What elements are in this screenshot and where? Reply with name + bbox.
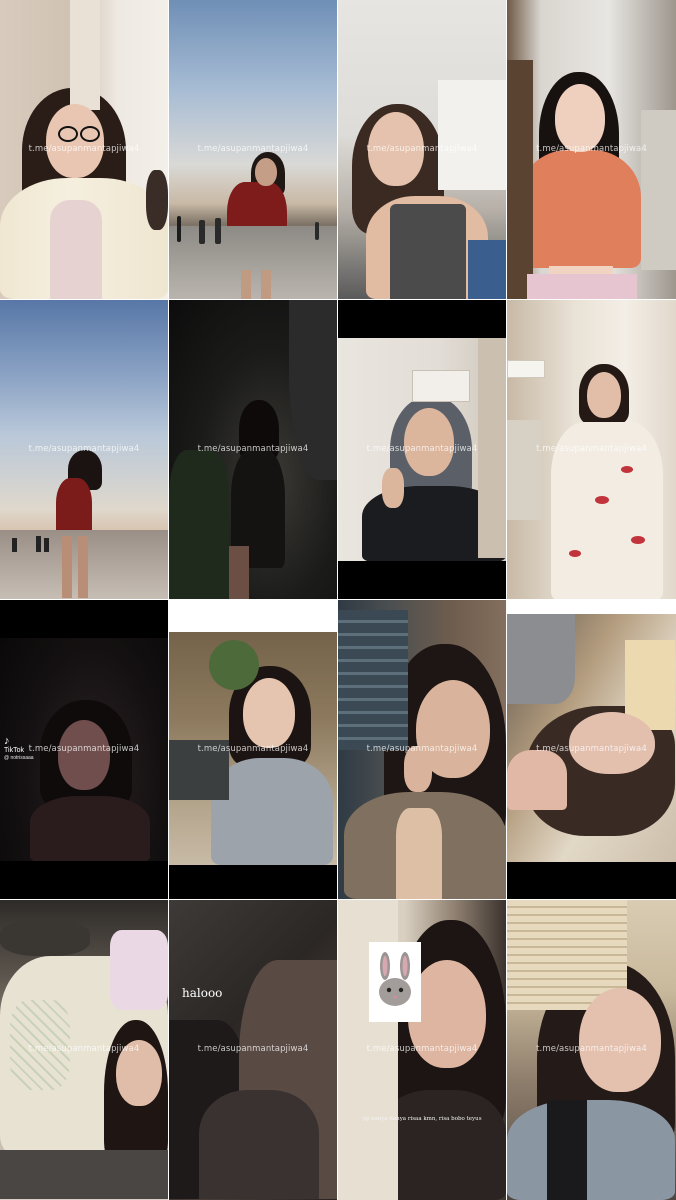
face xyxy=(555,84,605,152)
white-bar-top xyxy=(507,600,676,614)
face xyxy=(116,1040,162,1106)
tiktok-logo-icon: ♪ xyxy=(4,735,10,747)
plant xyxy=(209,640,259,690)
person xyxy=(215,218,221,244)
pillow xyxy=(199,1090,319,1199)
lip-print xyxy=(631,536,645,544)
white-tshirt xyxy=(551,422,663,599)
hand xyxy=(404,746,432,792)
tiktok-label: TikTok xyxy=(4,747,24,754)
hand xyxy=(581,1008,609,1068)
blue-object xyxy=(468,240,506,299)
arch xyxy=(289,300,337,480)
black-bar-top xyxy=(338,300,506,338)
cabinet xyxy=(641,110,676,270)
black-bar-bottom xyxy=(338,561,506,599)
pink-shorts xyxy=(527,274,637,299)
white-bar-top xyxy=(169,600,337,632)
wooden-shelf xyxy=(507,60,533,299)
glasses-icon xyxy=(58,126,78,142)
leg xyxy=(78,536,88,598)
photo-tile-11[interactable]: t.me/asupanmantapjiwa4 xyxy=(338,600,506,899)
black-bar-bottom xyxy=(507,862,676,899)
face xyxy=(368,112,424,186)
person xyxy=(177,216,181,242)
caption-text: yg nanya nanya risaa kmn, risa bobo teyu… xyxy=(362,1116,482,1122)
dark-top xyxy=(30,796,150,862)
photo-tile-10[interactable]: t.me/asupanmantapjiwa4 xyxy=(169,600,337,899)
lip-print xyxy=(595,496,609,504)
curtain xyxy=(478,338,506,558)
plants xyxy=(169,450,229,599)
face xyxy=(46,104,104,178)
photo-tile-1[interactable]: t.me/asupanmantapjiwa4 xyxy=(0,0,168,299)
black-bar-bottom xyxy=(169,865,337,899)
person xyxy=(199,220,205,244)
glasses-icon xyxy=(80,126,100,142)
face xyxy=(404,408,454,476)
pink-pillow xyxy=(110,930,168,1010)
photo-tile-12[interactable]: t.me/asupanmantapjiwa4 xyxy=(507,600,676,899)
door-frame xyxy=(70,0,100,110)
background-person xyxy=(146,170,168,230)
pillow xyxy=(507,614,575,704)
photo-tile-3[interactable]: t.me/asupanmantapjiwa4 xyxy=(338,0,506,299)
window xyxy=(507,420,541,520)
overlay-text: halooo xyxy=(182,986,223,1000)
bunny-icon xyxy=(379,952,411,1006)
shirt xyxy=(507,1100,675,1200)
lip-print xyxy=(569,550,581,557)
photo-tile-13[interactable]: t.me/asupanmantapjiwa4 xyxy=(0,900,168,1200)
black-bar-top xyxy=(0,600,168,638)
gray-sweater xyxy=(211,758,333,865)
black-bar-bottom xyxy=(0,861,168,899)
watermark: t.me/asupanmantapjiwa4 xyxy=(197,144,309,154)
wall-frame xyxy=(412,370,470,402)
table xyxy=(0,920,90,956)
tiktok-username: @ notrissaaa xyxy=(4,755,34,761)
face xyxy=(587,372,621,418)
photo-tile-16[interactable]: t.me/asupanmantapjiwa4 xyxy=(507,900,676,1200)
wet-sand xyxy=(169,226,337,299)
gray-tank-top xyxy=(390,204,466,299)
cabinet xyxy=(438,80,506,190)
photo-tile-8[interactable]: t.me/asupanmantapjiwa4 xyxy=(507,300,676,599)
photo-grid: t.me/asupanmantapjiwa4 t.me/asupanmantap… xyxy=(0,0,676,1200)
bottle-shelf xyxy=(338,610,408,750)
leg xyxy=(241,270,251,299)
photo-tile-14[interactable]: halooo t.me/asupanmantapjiwa4 xyxy=(169,900,337,1200)
bunny-sticker xyxy=(369,942,421,1022)
air-conditioner xyxy=(507,360,545,378)
hand xyxy=(382,468,404,508)
leg xyxy=(62,536,72,598)
inner-top xyxy=(50,200,102,299)
floor xyxy=(0,1150,168,1199)
person xyxy=(44,538,49,552)
photo-tile-15[interactable]: yg nanya nanya risaa kmn, risa bobo teyu… xyxy=(338,900,506,1200)
face xyxy=(569,712,655,774)
inner-top xyxy=(396,808,442,899)
face xyxy=(255,158,277,186)
shoulder xyxy=(507,750,567,810)
person xyxy=(36,536,41,552)
cafe-chairs xyxy=(169,740,229,800)
leg xyxy=(229,546,249,599)
face xyxy=(58,720,110,790)
dark-strap xyxy=(547,1100,587,1200)
orange-sweater xyxy=(519,150,641,268)
photo-tile-5[interactable]: t.me/asupanmantapjiwa4 xyxy=(0,300,168,599)
pajama-pattern xyxy=(10,1000,70,1090)
tiktok-watermark: ♪ TikTok @ notrissaaa xyxy=(4,735,34,762)
photo-tile-9[interactable]: ♪ TikTok @ notrissaaa t.me/asupanmantapj… xyxy=(0,600,168,899)
lip-print xyxy=(621,466,633,473)
photo-tile-7[interactable]: t.me/asupanmantapjiwa4 xyxy=(338,300,506,599)
person xyxy=(315,222,319,240)
photo-tile-6[interactable]: t.me/asupanmantapjiwa4 xyxy=(169,300,337,599)
face xyxy=(243,678,295,748)
photo-tile-4[interactable]: t.me/asupanmantapjiwa4 xyxy=(507,0,676,299)
person xyxy=(12,538,17,552)
leg xyxy=(261,270,271,299)
photo-tile-2[interactable]: t.me/asupanmantapjiwa4 xyxy=(169,0,337,299)
